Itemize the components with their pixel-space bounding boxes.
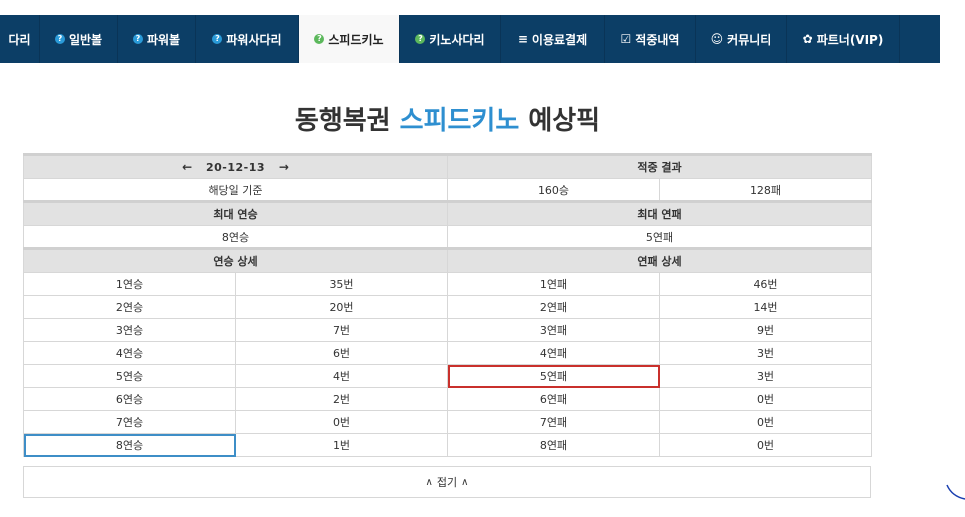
loss-streak-cell: 1연패 [447, 272, 660, 296]
title-prefix: 동행복권 [294, 106, 391, 136]
nav-item-label: 파워사다리 [226, 32, 282, 47]
nav-item-label: 다리 [8, 32, 31, 47]
collapse-label: 접기 [436, 476, 458, 489]
nav-item-label: 이용료결제 [531, 32, 588, 47]
max-loss-streak-value: 5연패 [447, 225, 872, 249]
loss-count-cell: 0번 [659, 410, 872, 434]
table-row: 3연승 7번 3연패 9번 [23, 318, 872, 342]
win-count-cell: 4번 [235, 364, 448, 388]
question-icon: ? [415, 34, 426, 44]
loss-count-cell: 0번 [659, 387, 872, 411]
nav-item-label: 스피드키노 [328, 32, 384, 47]
win-count-cell: 1번 [235, 433, 448, 457]
win-streak-cell: 6연승 [23, 387, 236, 411]
nav-item-label: 적중내역 [635, 32, 680, 47]
nav-item-powerball[interactable]: ? 파워볼 [118, 15, 196, 63]
checkbox-icon: ☑ [620, 32, 632, 46]
table-row: 8연승 5연패 [23, 225, 872, 249]
smile-icon: ☺ [710, 32, 724, 46]
max-win-streak-header: 최대 연승 [23, 200, 448, 226]
question-icon: ? [54, 34, 65, 44]
pen-stroke-mark-icon [946, 484, 965, 500]
nav-item-label: 커뮤니티 [727, 32, 772, 47]
table-row: 2연승 20번 2연패 14번 [23, 295, 872, 319]
chevron-up-icon: ∧ [425, 476, 433, 488]
prev-date-arrow-icon[interactable]: ← [172, 160, 202, 174]
win-streak-cell: 4연승 [23, 341, 236, 365]
current-date: 20-12-13 [205, 161, 266, 174]
nav-item-keno-ladder[interactable]: ? 키노사다리 [400, 15, 501, 63]
table-row: 해당일 기준 160승 128패 [23, 178, 872, 202]
title-suffix: 예상픽 [528, 106, 601, 136]
loss-streak-cell: 2연패 [447, 295, 660, 319]
loss-count-cell: 14번 [659, 295, 872, 319]
win-streak-cell: 1연승 [23, 272, 236, 296]
total-losses: 128패 [659, 178, 872, 202]
nav-item-ladder[interactable]: 다리 [0, 15, 40, 63]
win-detail-header: 연승 상세 [23, 247, 448, 273]
loss-count-cell: 0번 [659, 433, 872, 457]
win-streak-cell-highlighted: 8연승 [23, 433, 236, 457]
win-count-cell: 2번 [235, 387, 448, 411]
next-date-arrow-icon[interactable]: → [269, 160, 299, 174]
top-navigation: 다리 ? 일반볼 ? 파워볼 ? 파워사다리 ? 스피드키노 ? 키노사다리 ≡… [0, 15, 940, 63]
win-streak-cell: 2연승 [23, 295, 236, 319]
question-icon: ? [314, 34, 325, 44]
win-count-cell: 6번 [235, 341, 448, 365]
loss-count-cell: 46번 [659, 272, 872, 296]
win-count-cell: 7번 [235, 318, 448, 342]
loss-streak-cell: 4연패 [447, 341, 660, 365]
streak-result-table: ← 20-12-13 → 적중 결과 해당일 기준 160승 128패 최대 연… [23, 153, 872, 457]
win-streak-cell: 7연승 [23, 410, 236, 434]
total-wins: 160승 [447, 178, 660, 202]
table-row: 6연승 2번 6연패 0번 [23, 387, 872, 411]
nav-item-label: 일반볼 [68, 32, 103, 47]
question-icon: ? [212, 34, 223, 44]
table-row: 7연승 0번 7연패 0번 [23, 410, 872, 434]
cubes-icon: ✿ [802, 32, 813, 46]
win-count-cell: 35번 [235, 272, 448, 296]
loss-count-cell: 3번 [659, 341, 872, 365]
loss-count-cell: 9번 [659, 318, 872, 342]
page-title: 동행복권 스피드키노 예상픽 [0, 100, 895, 137]
nav-item-label: 파트너(VIP) [816, 32, 884, 47]
table-header-row: ← 20-12-13 → 적중 결과 [23, 153, 872, 179]
table-header-row: 최대 연승 최대 연패 [23, 200, 872, 226]
nav-item-hit-history[interactable]: ☑ 적중내역 [605, 15, 696, 63]
nav-item-speed-keno[interactable]: ? 스피드키노 [299, 15, 400, 63]
win-count-cell: 20번 [235, 295, 448, 319]
hit-result-header: 적중 결과 [447, 153, 872, 179]
win-streak-cell: 5연승 [23, 364, 236, 388]
loss-streak-cell: 6연패 [447, 387, 660, 411]
table-header-row: 연승 상세 연패 상세 [23, 247, 872, 273]
collapse-button[interactable]: ∧ 접기 ∧ [23, 466, 871, 498]
table-row: 5연승 4번 5연패 3번 [23, 364, 872, 388]
max-loss-streak-header: 최대 연패 [447, 200, 872, 226]
date-navigator: ← 20-12-13 → [23, 153, 448, 179]
loss-streak-cell: 8연패 [447, 433, 660, 457]
nav-item-label: 키노사다리 [429, 32, 485, 47]
chevron-up-icon: ∧ [461, 476, 469, 488]
nav-item-power-ladder[interactable]: ? 파워사다리 [196, 15, 299, 63]
title-accent: 스피드키노 [399, 106, 520, 136]
database-icon: ≡ [517, 32, 528, 46]
loss-streak-cell-highlighted: 5연패 [447, 364, 660, 388]
nav-item-partner-vip[interactable]: ✿ 파트너(VIP) [787, 15, 900, 63]
loss-count-cell: 3번 [659, 364, 872, 388]
win-streak-cell: 3연승 [23, 318, 236, 342]
table-row: 1연승 35번 1연패 46번 [23, 272, 872, 296]
loss-streak-cell: 3연패 [447, 318, 660, 342]
question-icon: ? [132, 34, 143, 44]
max-win-streak-value: 8연승 [23, 225, 448, 249]
loss-detail-header: 연패 상세 [447, 247, 872, 273]
win-count-cell: 0번 [235, 410, 448, 434]
nav-item-payment[interactable]: ≡ 이용료결제 [501, 15, 605, 63]
nav-item-label: 파워볼 [146, 32, 181, 47]
nav-item-community[interactable]: ☺ 커뮤니티 [696, 15, 787, 63]
loss-streak-cell: 7연패 [447, 410, 660, 434]
nav-item-normal-ball[interactable]: ? 일반볼 [40, 15, 118, 63]
table-row: 4연승 6번 4연패 3번 [23, 341, 872, 365]
table-row: 8연승 1번 8연패 0번 [23, 433, 872, 457]
basis-label: 해당일 기준 [23, 178, 448, 202]
